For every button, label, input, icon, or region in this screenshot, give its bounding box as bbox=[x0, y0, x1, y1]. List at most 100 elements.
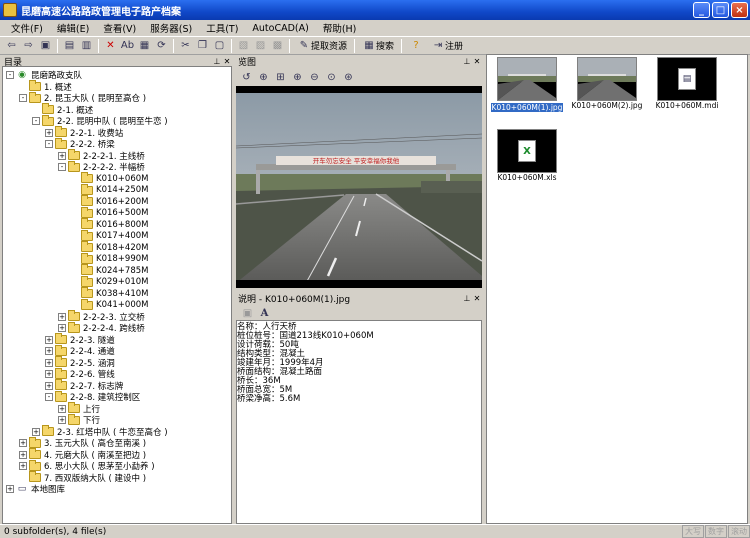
refresh-icon[interactable]: ⟳ bbox=[153, 38, 170, 53]
tree-node[interactable]: 7. 西双版纳大队 ( 建设中 ) bbox=[19, 471, 146, 484]
expand-icon[interactable]: + bbox=[19, 439, 27, 447]
tree-node[interactable]: + 上行 bbox=[58, 402, 100, 415]
zoom-out-icon[interactable]: ⊖ bbox=[306, 70, 323, 85]
expand-icon[interactable]: + bbox=[45, 335, 53, 344]
menu-item[interactable]: 工具(T) bbox=[199, 21, 245, 35]
sync-icon[interactable]: ▩ bbox=[269, 38, 286, 53]
tree-node[interactable]: +2-3. 红塔中队 ( 牛恋至高仓 ) bbox=[32, 425, 168, 438]
expand-icon[interactable]: + bbox=[6, 485, 14, 493]
tree-node-label: K018+990M bbox=[96, 254, 149, 264]
delete-icon[interactable]: ✕ bbox=[102, 38, 119, 53]
menu-item[interactable]: 服务器(S) bbox=[143, 21, 199, 35]
collapse-icon[interactable]: - bbox=[45, 393, 53, 401]
close-button[interactable]: × bbox=[731, 2, 748, 18]
back-arrow-icon[interactable]: ⇦ bbox=[3, 38, 20, 53]
open-icon[interactable]: ▤ bbox=[61, 38, 78, 53]
tree-node[interactable]: +3. 玉元大队 ( 高仓至南溪 ) bbox=[19, 436, 146, 449]
forward-arrow-icon[interactable]: ⇨ bbox=[20, 38, 37, 53]
expand-icon[interactable]: + bbox=[58, 151, 66, 160]
collapse-icon[interactable]: - bbox=[58, 163, 66, 171]
font-icon[interactable]: A bbox=[256, 306, 273, 321]
tree-node[interactable]: +2-2-2-4. 跨线桥 bbox=[58, 321, 145, 334]
close-panel-icon[interactable]: ✕ bbox=[472, 294, 482, 303]
collapse-icon[interactable]: - bbox=[19, 94, 27, 102]
import-icon[interactable]: ▧ bbox=[235, 38, 252, 53]
zoom-region-icon[interactable]: ⊞ bbox=[272, 70, 289, 85]
pin-icon[interactable]: ⊥ bbox=[462, 57, 472, 66]
properties-icon[interactable]: ▦ bbox=[136, 38, 153, 53]
menu-bar: 文件(F) 编辑(E) 查看(V) 服务器(S) 工具(T) AutoCAD(A) 帮助(H… bbox=[0, 20, 750, 36]
folder-icon bbox=[81, 264, 93, 275]
window-title: 昆磨高速公路路政管理电子路产档案 bbox=[21, 6, 181, 18]
tree-node[interactable]: - 2-2-2-2. 半幅桥 bbox=[58, 160, 145, 173]
collapse-icon[interactable]: - bbox=[45, 140, 53, 148]
extract-resources-button[interactable]: ✎ 提取资源 bbox=[293, 38, 351, 53]
zoom-actual-icon[interactable]: ⊙ bbox=[323, 70, 340, 85]
rename-icon[interactable]: Ab bbox=[119, 38, 136, 53]
expand-icon[interactable]: + bbox=[45, 370, 53, 378]
menu-item[interactable]: AutoCAD(A) bbox=[245, 23, 315, 34]
menu-item[interactable]: 查看(V) bbox=[96, 21, 143, 35]
paste-icon[interactable]: ▢ bbox=[211, 38, 228, 53]
tree-node[interactable]: +6. 思小大队 ( 思茅至小勐养 ) bbox=[19, 459, 155, 472]
rotate-icon[interactable]: ↺ bbox=[238, 70, 255, 85]
tree-node[interactable]: + 下行 bbox=[58, 413, 100, 426]
menu-item[interactable]: 编辑(E) bbox=[50, 21, 96, 35]
tree-node[interactable]: - 2-2-2. 桥梁 bbox=[45, 137, 115, 150]
minimize-button[interactable]: _ bbox=[693, 2, 710, 18]
tree-node-label: 2-2-5. 涵洞 bbox=[70, 358, 115, 369]
file-item[interactable]: K010+060M(1).jpg bbox=[487, 57, 567, 112]
pin-icon[interactable]: ⊥ bbox=[462, 294, 472, 303]
tree-node-label: 2-2-8. 建筑控制区 bbox=[70, 393, 141, 403]
tree-node-label: 2-2-4. 通道 bbox=[70, 347, 115, 357]
expand-icon[interactable]: + bbox=[58, 324, 66, 332]
logout-button[interactable]: ⇥ 注册 bbox=[427, 38, 467, 53]
tree-node[interactable]: 1. 概述 bbox=[19, 80, 72, 93]
file-item[interactable]: K010+060M(2).jpg bbox=[567, 57, 647, 110]
delete-folder-icon[interactable]: ▥ bbox=[78, 38, 95, 53]
close-panel-icon[interactable]: ✕ bbox=[222, 57, 232, 66]
menu-item[interactable]: 帮助(H) bbox=[316, 21, 364, 35]
toolbar-separator bbox=[57, 38, 58, 53]
zoom-in-icon[interactable]: ⊕ bbox=[289, 70, 306, 85]
collapse-icon[interactable]: - bbox=[6, 71, 14, 79]
pin-icon[interactable]: ⊥ bbox=[212, 57, 222, 66]
directory-tree[interactable]: - ◉ 昆磨路政支队 1. 概述 -2. 昆玉大队 ( 昆明至高仓 ) 2-1. 概述 -2… bbox=[2, 66, 232, 524]
collapse-icon[interactable]: - bbox=[32, 117, 40, 125]
save-icon[interactable]: ▣ bbox=[239, 306, 256, 321]
search-button[interactable]: ▦ 搜索 bbox=[358, 38, 398, 53]
copy-icon[interactable]: ❐ bbox=[194, 38, 211, 53]
description-text[interactable]: 名称：人行天桥 桩位桩号：国道213线K010+060M 设计荷载：50吨 结构类型：… bbox=[236, 320, 482, 524]
image-viewer[interactable]: 开车勿忘安全 平安幸福你我他 bbox=[235, 86, 483, 288]
expand-icon[interactable]: + bbox=[58, 312, 66, 321]
tree-node[interactable]: - 2-2-8. 建筑控制区 bbox=[45, 390, 141, 403]
tree-node[interactable]: + ▭ 本地图库 bbox=[6, 483, 65, 495]
expand-icon[interactable]: + bbox=[45, 128, 53, 137]
export-icon[interactable]: ▨ bbox=[252, 38, 269, 53]
file-list[interactable]: K010+060M(1).jpg K010+060M(2).jpg ▤ K010+06… bbox=[486, 54, 748, 524]
zoom-fit-icon[interactable]: ⊕ bbox=[255, 70, 272, 85]
expand-icon[interactable]: + bbox=[58, 416, 66, 424]
close-panel-icon[interactable]: ✕ bbox=[472, 57, 482, 66]
expand-icon[interactable]: + bbox=[32, 427, 40, 436]
tree-node[interactable]: K041+000M bbox=[71, 298, 148, 311]
tree-node[interactable]: +4. 元磨大队 ( 南溪至把边 ) bbox=[19, 448, 146, 461]
up-folder-icon[interactable]: ▣ bbox=[37, 38, 54, 53]
expand-icon[interactable]: + bbox=[45, 381, 53, 390]
tree-node[interactable]: - 2-2. 昆明中队 ( 昆明至牛恋 ) bbox=[32, 114, 168, 127]
file-item[interactable]: ▤ K010+060M.mdi bbox=[647, 57, 727, 110]
expand-icon[interactable]: + bbox=[19, 450, 27, 459]
help-button[interactable]: ? bbox=[405, 38, 427, 53]
expand-icon[interactable]: + bbox=[45, 358, 53, 367]
tree-node-label: 2-2-2-1. 主线桥 bbox=[83, 151, 145, 162]
expand-icon[interactable]: + bbox=[19, 462, 27, 470]
cut-icon[interactable]: ✂ bbox=[177, 38, 194, 53]
expand-icon[interactable]: + bbox=[58, 404, 66, 413]
file-item[interactable]: X K010+060M.xls bbox=[487, 129, 567, 182]
tree-node[interactable]: - 2. 昆玉大队 ( 昆明至高仓 ) bbox=[19, 91, 146, 104]
maximize-button[interactable]: □ bbox=[712, 2, 729, 18]
tree-node[interactable]: - ◉ 昆磨路政支队 bbox=[6, 69, 82, 81]
zoom-reset-icon[interactable]: ⊛ bbox=[340, 70, 357, 85]
expand-icon[interactable]: + bbox=[45, 347, 53, 355]
menu-item[interactable]: 文件(F) bbox=[4, 21, 50, 35]
